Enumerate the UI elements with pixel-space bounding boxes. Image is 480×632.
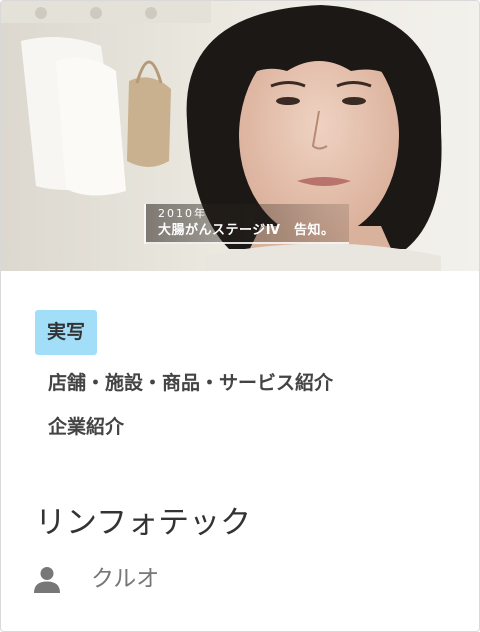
genre-tag[interactable]: 実写 — [35, 310, 98, 355]
thumbnail-caption: 2010年 大腸がんステージⅣ 告知。 — [144, 204, 349, 244]
caption-text: 大腸がんステージⅣ 告知。 — [158, 223, 335, 238]
author-name[interactable]: クルオ — [91, 563, 159, 595]
person-icon — [34, 567, 60, 593]
author-row[interactable]: クルオ — [33, 563, 159, 595]
category-item[interactable]: 企業紹介 — [48, 409, 333, 453]
thumbnail-image[interactable]: 2010年 大腸がんステージⅣ 告知。 — [1, 1, 479, 271]
category-item[interactable]: 店舗・施設・商品・サービス紹介 — [48, 365, 333, 409]
video-card[interactable]: 2010年 大腸がんステージⅣ 告知。 実写 店舗・施設・商品・サービス紹介 企… — [0, 0, 480, 632]
category-list: 店舗・施設・商品・サービス紹介 企業紹介 — [48, 365, 333, 453]
caption-year: 2010年 — [158, 207, 207, 220]
card-title[interactable]: リンフォテック — [35, 501, 251, 545]
